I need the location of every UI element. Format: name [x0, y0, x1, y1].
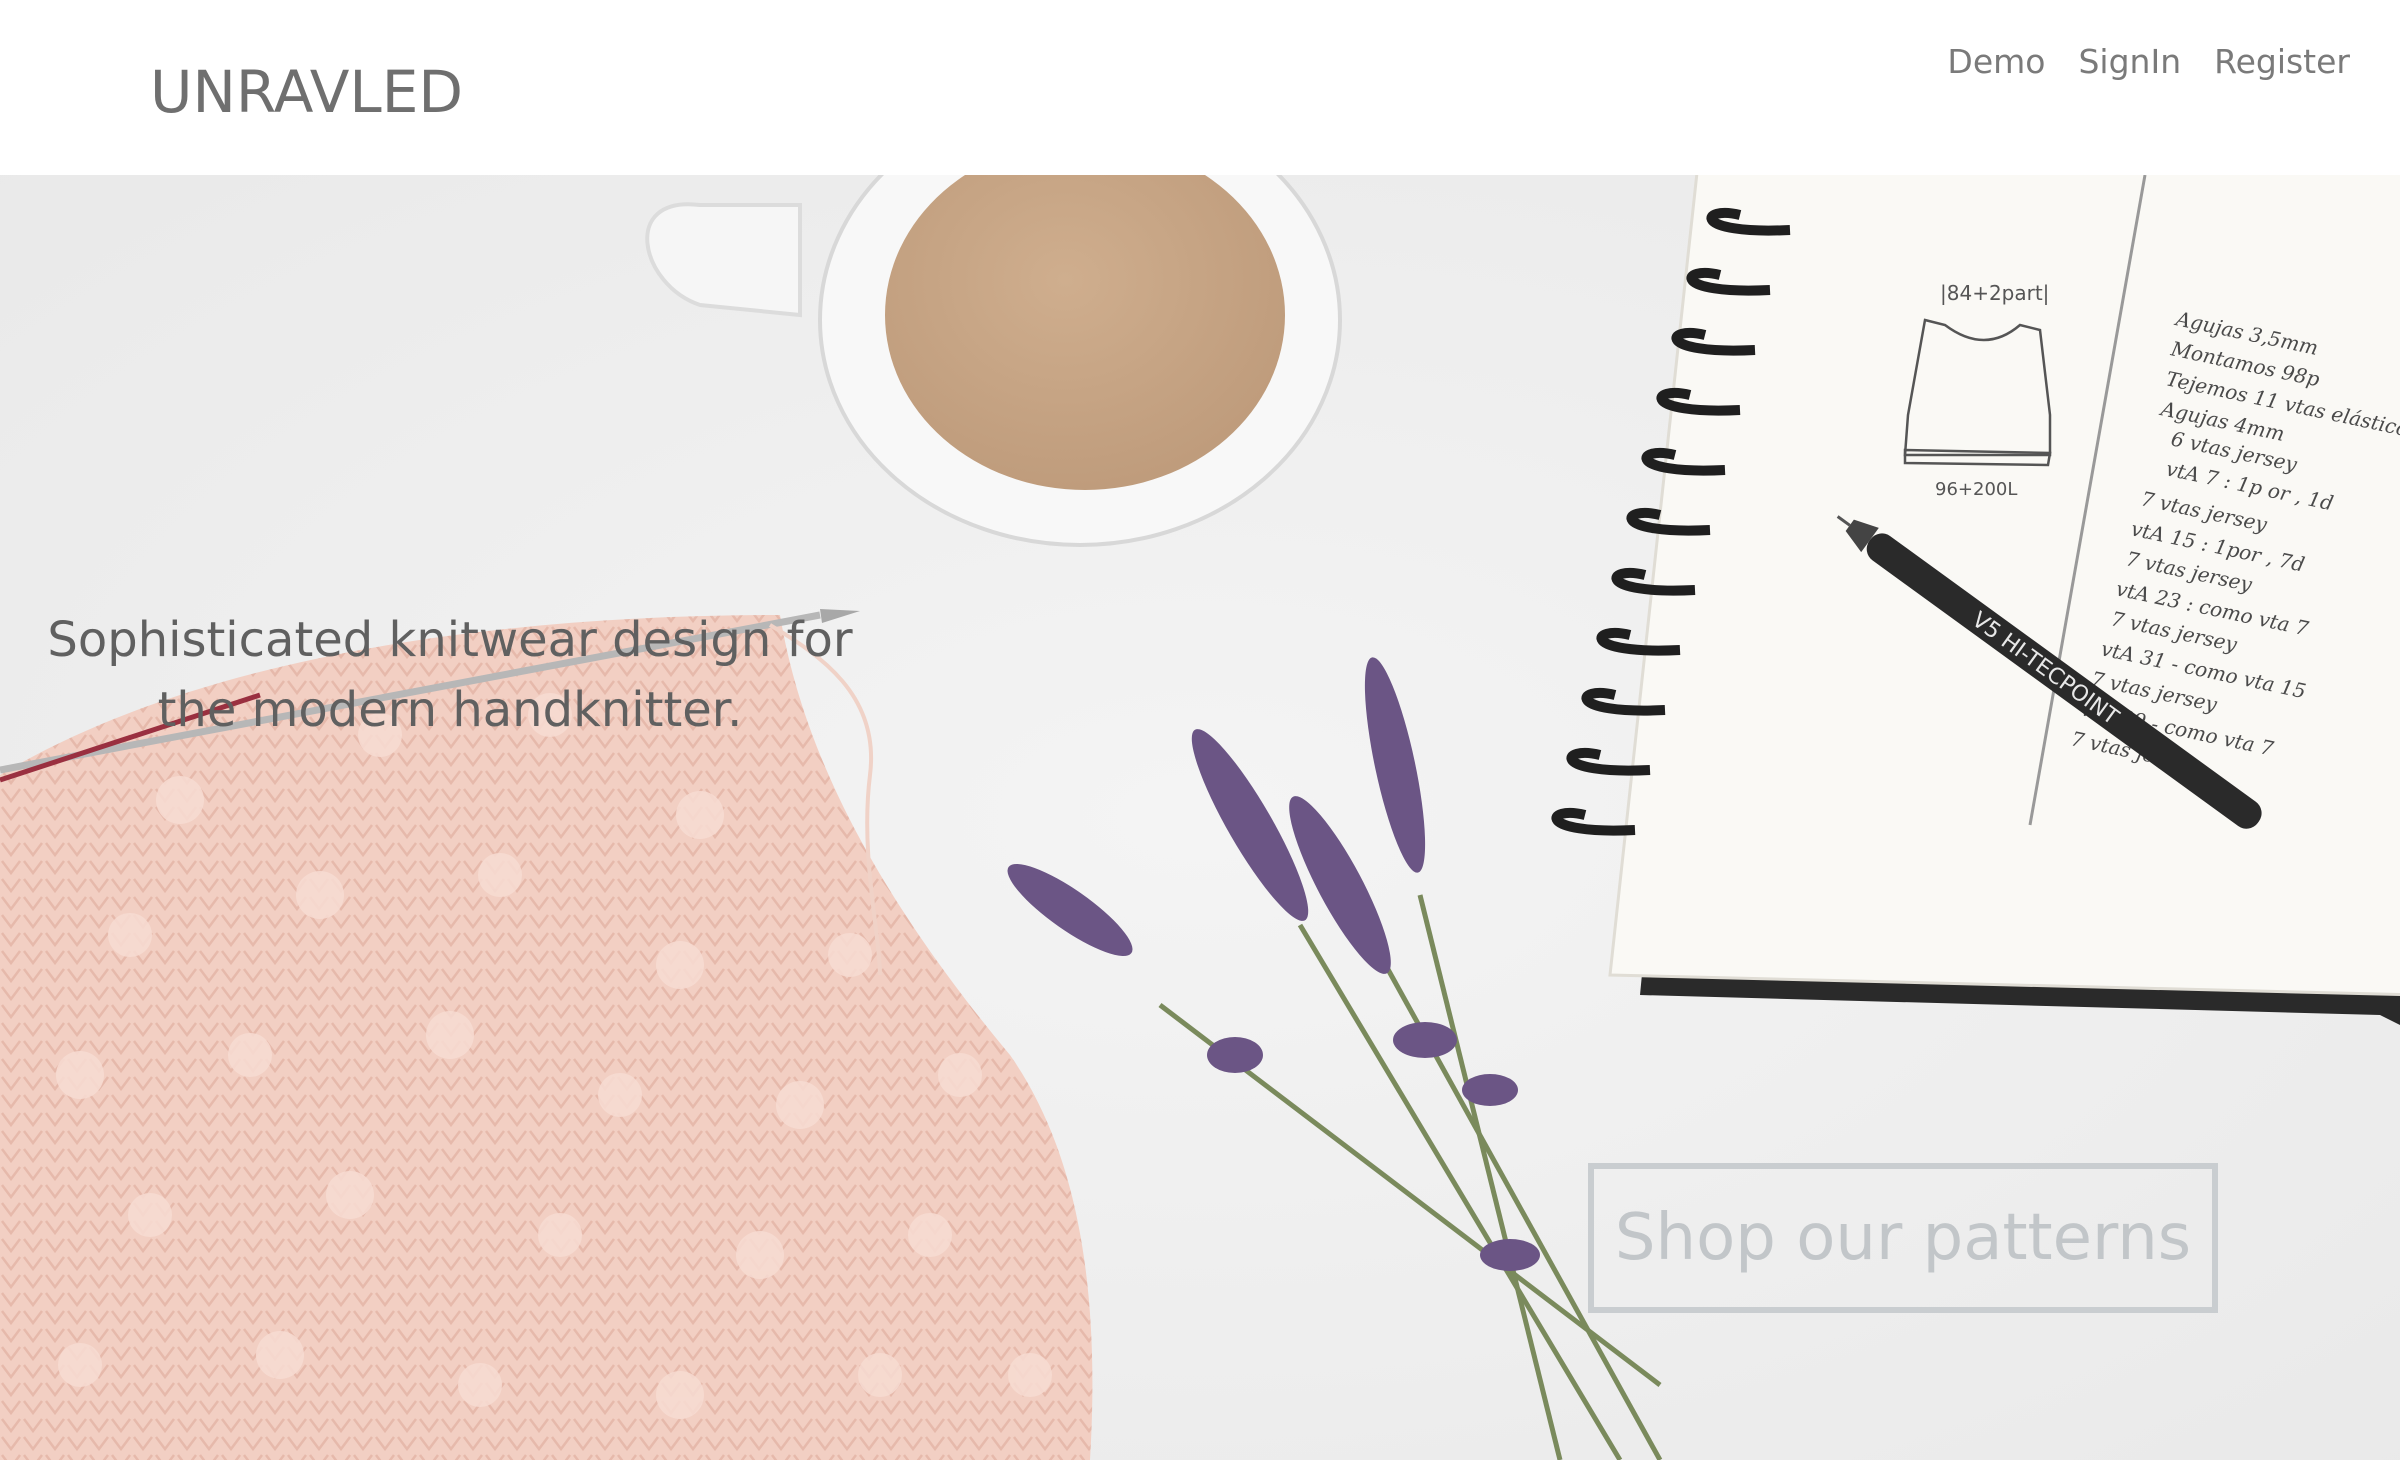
tagline-line-2: the modern handknitter.	[157, 682, 743, 738]
nav-demo-link[interactable]: Demo	[1947, 42, 2045, 81]
shop-patterns-button[interactable]: Shop our patterns	[1588, 1163, 2218, 1313]
sketch-bottom-label: 96+200L	[1935, 479, 2017, 500]
shop-patterns-label: Shop our patterns	[1614, 1201, 2192, 1275]
top-nav: Demo SignIn Register	[1947, 42, 2350, 81]
sketch-width-label: |84+2part|	[1940, 281, 2049, 305]
nav-register-link[interactable]: Register	[2214, 42, 2350, 81]
hero-section: |84+2part| 96+200L Agujas 3,5mm Montamos…	[0, 175, 2400, 1460]
tagline-line-1: Sophisticated knitwear design for	[47, 612, 853, 668]
site-header: UNRAVLED Demo SignIn Register	[0, 0, 2400, 175]
nav-signin-link[interactable]: SignIn	[2078, 42, 2181, 81]
hero-tagline: Sophisticated knitwear design for the mo…	[30, 605, 870, 745]
brand-logo[interactable]: UNRAVLED	[150, 58, 463, 126]
